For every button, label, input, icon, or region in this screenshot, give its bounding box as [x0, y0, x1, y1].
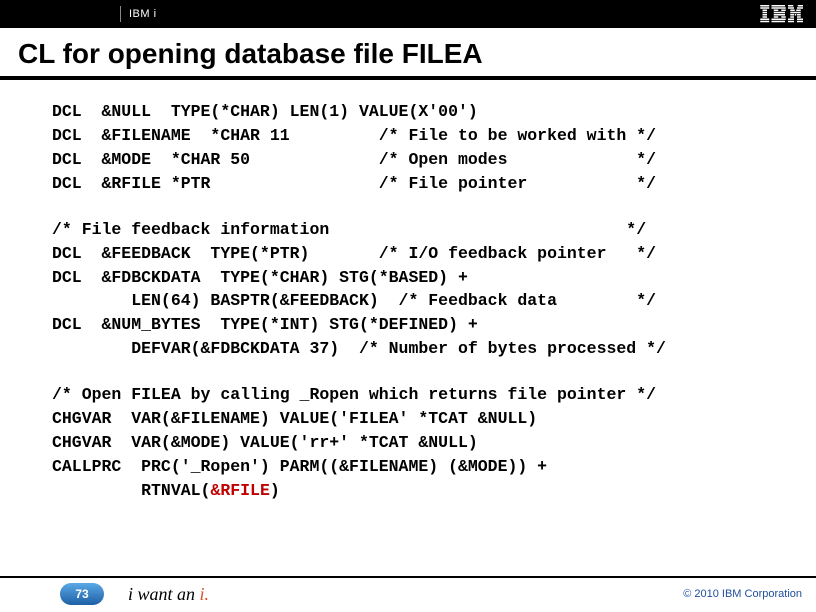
product-name: IBM i [129, 8, 157, 20]
header-left: IBM i [0, 0, 157, 28]
title-area: CL for opening database file FILEA [0, 28, 816, 80]
code-3-post: ) [270, 481, 280, 500]
page-title: CL for opening database file FILEA [18, 38, 798, 70]
page-number-badge: 73 [60, 583, 104, 605]
header-spacer [0, 0, 112, 28]
footer-divider [0, 576, 816, 578]
slide: IBM i [0, 0, 816, 612]
content-area: DCL &NULL TYPE(*CHAR) LEN(1) VALUE(X'00'… [0, 80, 816, 576]
code-3-highlight: &RFILE [210, 481, 269, 500]
footer-left: 73 i want an i. [14, 583, 209, 605]
ibm-logo-icon [760, 5, 804, 23]
code-3-pre: /* Open FILEA by calling _Ropen which re… [52, 385, 656, 500]
header-divider [120, 6, 121, 22]
tagline: i want an i. [128, 584, 209, 605]
tagline-accent: i. [200, 584, 210, 604]
code-block-2: /* File feedback information */ DCL &FEE… [52, 218, 798, 362]
tagline-prefix: i want an [128, 584, 200, 604]
footer: 73 i want an i. © 2010 IBM Corporation [0, 576, 816, 612]
code-block-3: /* Open FILEA by calling _Ropen which re… [52, 383, 798, 503]
copyright: © 2010 IBM Corporation [683, 588, 802, 600]
code-block-1: DCL &NULL TYPE(*CHAR) LEN(1) VALUE(X'00'… [52, 100, 798, 196]
header-bar: IBM i [0, 0, 816, 28]
